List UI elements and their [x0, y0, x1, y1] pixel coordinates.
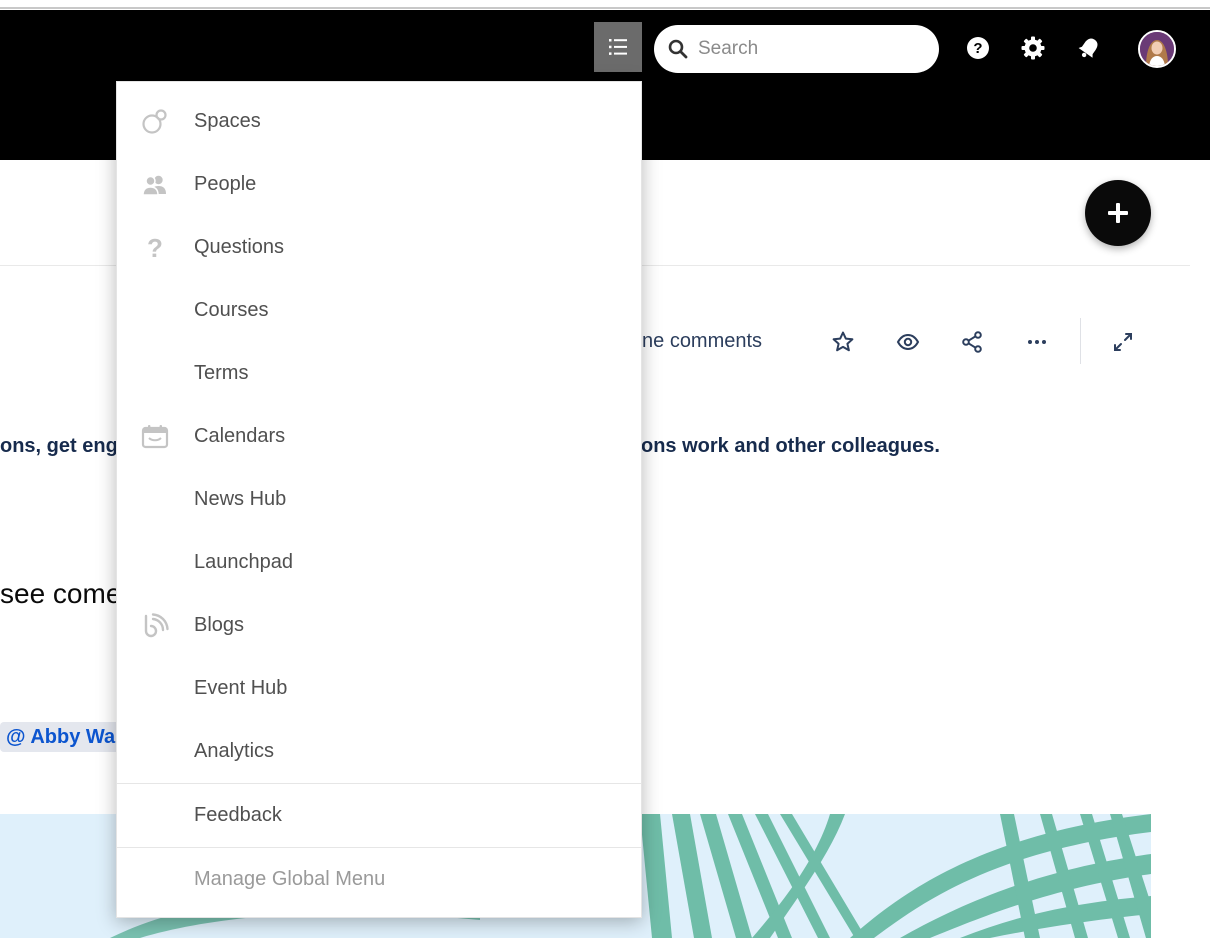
menu-item-label: Courses — [194, 299, 269, 321]
fullscreen-button[interactable] — [1106, 325, 1140, 359]
star-button[interactable] — [826, 325, 860, 359]
window-top-border — [0, 0, 1210, 9]
body-large-text: see come — [0, 578, 122, 609]
global-menu-button[interactable] — [594, 22, 642, 72]
toolbar-separator — [1080, 318, 1081, 364]
more-horizontal-icon — [1028, 340, 1046, 344]
menu-item-label: Analytics — [194, 740, 275, 762]
list-menu-icon — [609, 39, 627, 55]
menu-item-label: Blogs — [194, 614, 245, 636]
menu-item-label: Manage Global Menu — [194, 868, 386, 890]
blog-icon — [139, 610, 171, 642]
menu-item-label: People — [194, 173, 257, 195]
share-button[interactable] — [955, 325, 989, 359]
menu-item-launchpad[interactable]: Launchpad — [117, 531, 641, 594]
menu-item-label: Calendars — [194, 425, 286, 447]
user-avatar[interactable] — [1138, 30, 1176, 68]
menu-item-calendars[interactable]: Calendars — [117, 405, 641, 468]
expand-icon — [1114, 333, 1132, 351]
share-icon — [962, 331, 982, 353]
menu-item-terms[interactable]: Terms — [117, 342, 641, 405]
menu-item-label: Launchpad — [194, 551, 293, 573]
menu-item-people[interactable]: People — [117, 153, 641, 216]
global-menu-dropdown: Spaces People ? Questions Courses Terms … — [116, 81, 642, 918]
settings-button[interactable] — [1020, 34, 1046, 62]
help-button[interactable]: ? — [965, 34, 991, 62]
search-input[interactable] — [698, 38, 918, 60]
menu-item-label: Terms — [194, 362, 249, 384]
bell-icon — [1078, 38, 1098, 58]
menu-item-news-hub[interactable]: News Hub — [117, 468, 641, 531]
body-text-line-right: ons work and other colleagues. — [641, 435, 940, 457]
menu-item-blogs[interactable]: Blogs — [117, 594, 641, 657]
question-icon: ? — [139, 232, 171, 264]
people-icon — [139, 169, 171, 201]
calendar-icon — [139, 421, 171, 453]
menu-item-label: Questions — [194, 236, 285, 258]
search-icon — [668, 39, 688, 59]
search-box[interactable] — [654, 25, 939, 73]
menu-item-questions[interactable]: ? Questions — [117, 216, 641, 279]
menu-item-event-hub[interactable]: Event Hub — [117, 657, 641, 720]
svg-text:?: ? — [973, 40, 982, 57]
create-button[interactable] — [1085, 180, 1151, 246]
svg-text:?: ? — [147, 234, 163, 262]
user-photo — [1140, 32, 1174, 66]
watch-button[interactable] — [891, 325, 925, 359]
menu-item-courses[interactable]: Courses — [117, 279, 641, 342]
spaces-icon — [139, 106, 171, 138]
menu-item-label: News Hub — [194, 488, 287, 510]
gear-icon — [1021, 36, 1045, 60]
notifications-button[interactable] — [1076, 34, 1102, 62]
help-icon: ? — [967, 37, 989, 59]
user-mention[interactable]: @ Abby Wa — [0, 722, 122, 752]
menu-item-analytics[interactable]: Analytics — [117, 720, 641, 783]
star-icon — [832, 331, 854, 352]
menu-item-label: Feedback — [194, 804, 282, 826]
menu-item-label: Event Hub — [194, 677, 288, 699]
manage-global-menu-link[interactable]: Manage Global Menu — [117, 848, 641, 911]
plus-icon — [1108, 203, 1128, 223]
eye-icon — [896, 333, 920, 351]
menu-item-label: Spaces — [194, 110, 261, 132]
more-actions-button[interactable] — [1020, 325, 1054, 359]
menu-item-spaces[interactable]: Spaces — [117, 90, 641, 153]
inline-comments-link[interactable]: nline comments — [622, 330, 762, 353]
body-text-line-left: ons, get eng — [0, 435, 118, 457]
menu-item-feedback[interactable]: Feedback — [117, 784, 641, 847]
